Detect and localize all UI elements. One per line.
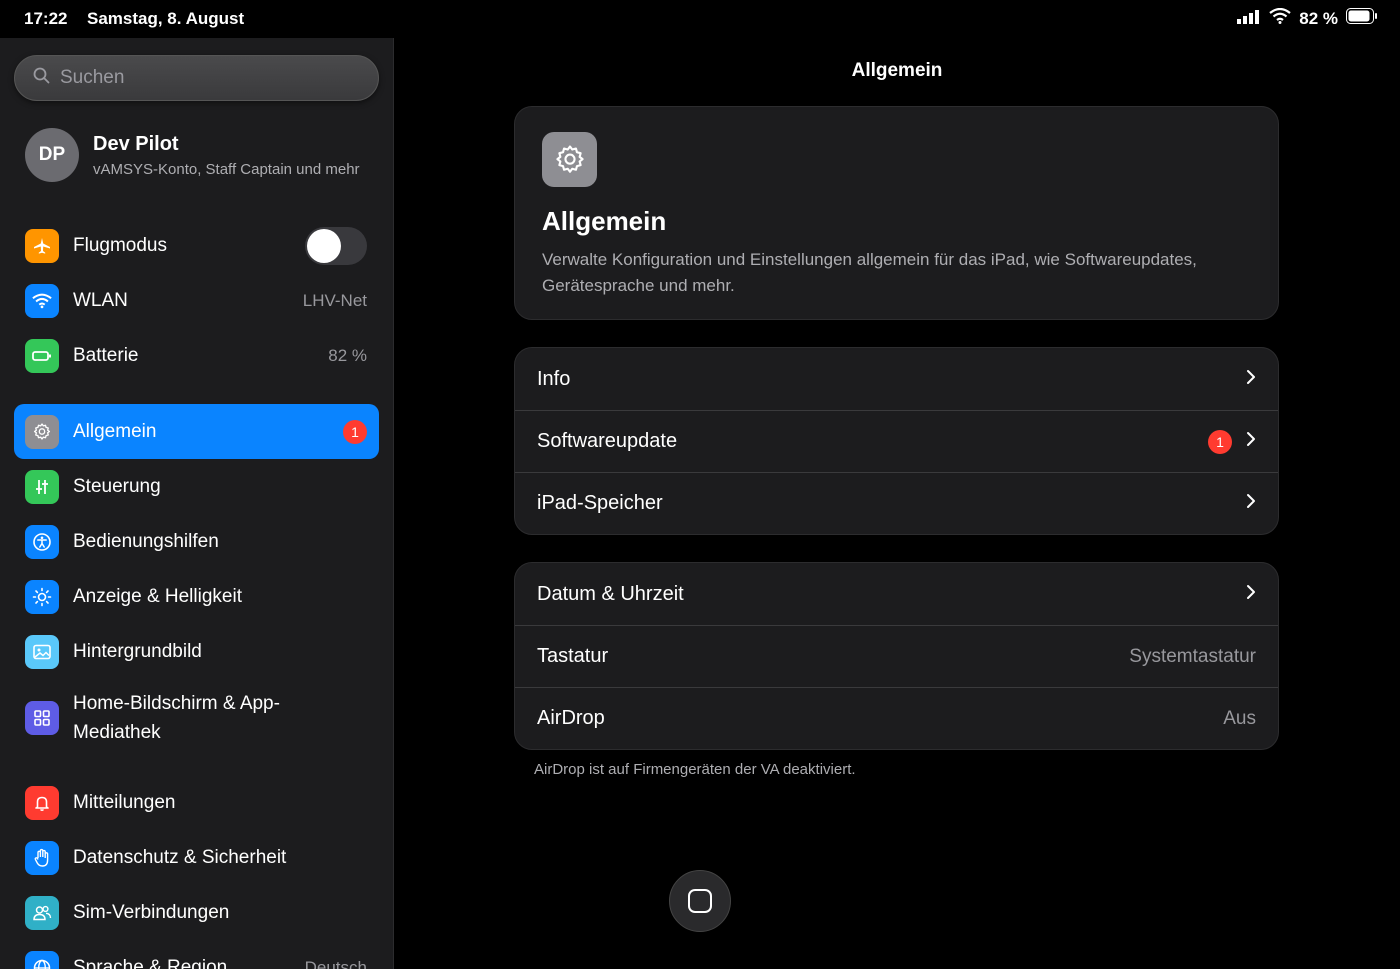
sidebar-item-label: Anzeige & Helligkeit [73, 585, 242, 607]
sidebar-item-home-bildschirm[interactable]: Home-Bildschirm & App-Mediathek [14, 683, 379, 753]
sidebar-item-sprache-region[interactable]: Sprache & Region Deutsch [14, 940, 379, 969]
status-indicators: 82 % [1237, 7, 1378, 29]
sidebar-item-sim-verbindungen[interactable]: Sim-Verbindungen [14, 885, 379, 940]
airplane-mode-toggle[interactable] [305, 226, 367, 265]
chevron-right-icon [1246, 493, 1256, 514]
sliders-icon [25, 469, 59, 504]
profile-subtitle: vAMSYS-Konto, Staff Captain und mehr [93, 160, 360, 178]
row-datum-uhrzeit[interactable]: Datum & Uhrzeit [515, 563, 1278, 625]
search-field[interactable]: Suchen [14, 55, 379, 101]
sidebar-item-hintergrundbild[interactable]: Hintergrundbild [14, 624, 379, 679]
row-softwareupdate[interactable]: Softwareupdate 1 [515, 410, 1278, 472]
status-bar: 17:22 Samstag, 8. August 82 % [0, 0, 1400, 38]
profile-row[interactable]: DP Dev Pilot vAMSYS-Konto, Staff Captain… [25, 128, 360, 182]
sidebar-item-label: Flugmodus [73, 234, 167, 256]
battery-icon [25, 338, 59, 373]
accessibility-icon [25, 524, 59, 559]
sidebar-item-flugmodus[interactable]: Flugmodus [14, 218, 379, 273]
battery-status-icon [1346, 8, 1378, 29]
keyboard-value: Systemtastatur [1129, 645, 1256, 667]
cellular-signal-icon [1237, 9, 1261, 29]
row-ipad-speicher[interactable]: iPad-Speicher [515, 472, 1278, 534]
wifi-status-icon [1269, 7, 1291, 29]
status-date: Samstag, 8. August [87, 9, 245, 28]
sidebar-item-datenschutz[interactable]: Datenschutz & Sicherheit [14, 830, 379, 885]
airdrop-value: Aus [1223, 707, 1256, 729]
notification-badge: 1 [1208, 429, 1232, 454]
search-placeholder: Suchen [60, 67, 125, 88]
assistive-touch-button[interactable] [669, 870, 731, 932]
wlan-network-value: LHV-Net [302, 290, 367, 310]
sidebar-item-anzeige-helligkeit[interactable]: Anzeige & Helligkeit [14, 569, 379, 624]
row-label: AirDrop [537, 707, 605, 729]
notification-badge: 1 [343, 419, 367, 444]
sidebar-item-label: Home-Bildschirm & App-Mediathek [73, 693, 280, 743]
sidebar-item-steuerung[interactable]: Steuerung [14, 459, 379, 514]
sidebar-item-label: WLAN [73, 289, 128, 311]
sidebar-item-batterie[interactable]: Batterie 82 % [14, 328, 379, 383]
hero-description: Verwalte Konfiguration und Einstellungen… [542, 250, 1197, 295]
settings-group-1: Info Softwareupdate 1 iPad-Speicher [514, 347, 1279, 535]
sidebar-item-wlan[interactable]: WLAN LHV-Net [14, 273, 379, 328]
hero-title: Allgemein [542, 206, 667, 236]
row-label: Softwareupdate [537, 430, 678, 452]
sun-icon [25, 579, 59, 614]
status-time: 17:22 [24, 9, 68, 28]
row-info[interactable]: Info [515, 348, 1278, 410]
sidebar: Suchen DP Dev Pilot vAMSYS-Konto, Staff … [0, 38, 394, 969]
sidebar-item-mitteilungen[interactable]: Mitteilungen [14, 775, 379, 830]
row-label: Tastatur [537, 645, 609, 667]
globe-icon [25, 950, 59, 969]
people-icon [25, 895, 59, 930]
image-icon [25, 634, 59, 669]
row-label: Info [537, 367, 571, 390]
gear-icon [542, 132, 597, 187]
battery-value: 82 % [328, 345, 367, 365]
chevron-right-icon [1246, 369, 1256, 390]
settings-group-2: Datum & Uhrzeit Tastatur Systemtastatur … [514, 562, 1279, 750]
avatar: DP [25, 128, 79, 182]
sidebar-item-label: Datenschutz & Sicherheit [73, 846, 287, 868]
language-value: Deutsch [304, 957, 367, 969]
search-icon [33, 67, 50, 89]
home-square-icon [688, 889, 712, 913]
airplane-icon [25, 228, 59, 263]
grid-icon [25, 701, 59, 735]
sidebar-item-label: Sprache & Region [73, 956, 228, 969]
chevron-right-icon [1246, 431, 1256, 452]
hero-card: Allgemein Verwalte Konfiguration und Ein… [514, 106, 1279, 320]
row-tastatur[interactable]: Tastatur Systemtastatur [515, 625, 1278, 687]
gear-icon [25, 414, 59, 449]
sidebar-item-label: Mitteilungen [73, 791, 176, 813]
row-label: iPad-Speicher [537, 492, 663, 514]
chevron-right-icon [1246, 584, 1256, 605]
row-airdrop: AirDrop Aus [515, 687, 1278, 749]
sidebar-item-label: Sim-Verbindungen [73, 901, 230, 923]
airdrop-footnote: AirDrop ist auf Firmengeräten der VA dea… [534, 761, 856, 778]
battery-percent: 82 % [1299, 8, 1338, 28]
page-title: Allgemein [851, 60, 943, 81]
sidebar-item-bedienungshilfen[interactable]: Bedienungshilfen [14, 514, 379, 569]
profile-name: Dev Pilot [93, 132, 179, 155]
sidebar-item-label: Hintergrundbild [73, 640, 202, 662]
wifi-icon [25, 283, 59, 318]
sidebar-item-allgemein[interactable]: Allgemein 1 [14, 404, 379, 459]
bell-icon [25, 785, 59, 820]
row-label: Datum & Uhrzeit [537, 582, 684, 605]
hand-icon [25, 840, 59, 875]
toggle-knob [307, 228, 341, 263]
sidebar-item-label: Allgemein [73, 420, 157, 442]
sidebar-item-label: Bedienungshilfen [73, 530, 219, 552]
sidebar-item-label: Steuerung [73, 475, 161, 497]
sidebar-item-label: Batterie [73, 344, 139, 366]
